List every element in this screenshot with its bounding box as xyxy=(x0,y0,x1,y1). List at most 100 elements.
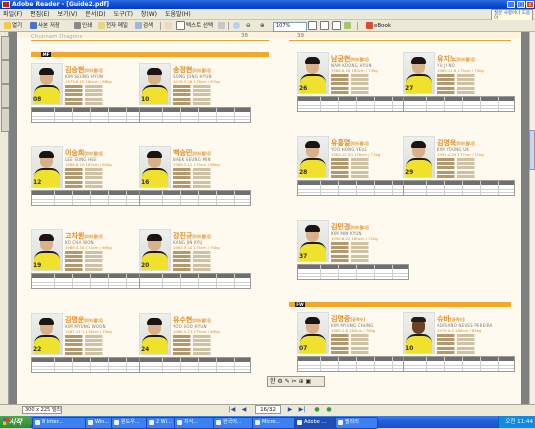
hair xyxy=(147,318,162,325)
player-stats: 1986.4.30 174cm / 69kg xyxy=(65,245,112,250)
magnifier-icon xyxy=(233,22,240,29)
player-photo: 10 xyxy=(139,63,171,105)
player-card: 19 고차원[미드필더] KO CHA WON 1986.4.30 174cm / 6… xyxy=(31,229,143,301)
player-history xyxy=(173,335,223,356)
taskbar-item[interactable]: 8 Inter... xyxy=(32,417,93,429)
menu-document[interactable]: 문서(D) xyxy=(82,9,108,20)
jersey-number: 28 xyxy=(299,169,308,176)
zoom-select[interactable]: 107% xyxy=(273,22,307,32)
menu-tools[interactable]: 도구(T) xyxy=(111,9,136,20)
player-photo: 08 xyxy=(31,63,63,105)
taskbar-item[interactable]: 필라리 xyxy=(335,417,378,429)
player-photo: 24 xyxy=(139,313,171,355)
jersey-number: 37 xyxy=(299,253,308,260)
jersey-number: 20 xyxy=(141,262,150,269)
player-name-kr: 고차원 xyxy=(65,232,85,240)
player-card: 10 송정현[미드필더] SONG JUNG HYUN 1976.5.28 178cm… xyxy=(139,63,251,135)
page-icon xyxy=(308,21,317,30)
save-copy-button[interactable]: 사본 저장 xyxy=(28,21,62,31)
player-name-kr: 김명운 xyxy=(65,316,85,324)
forward-view-button[interactable]: ● xyxy=(325,406,333,414)
email-button[interactable]: 전자 메일 xyxy=(96,21,130,31)
maximize-button[interactable]: □ xyxy=(517,1,525,8)
back-view-button[interactable]: ● xyxy=(313,406,321,414)
window-title: Adobe Reader - [Guide2.pdf] xyxy=(12,1,109,8)
open-button[interactable]: 열기 xyxy=(2,21,24,31)
prev-page-button[interactable]: ◀ xyxy=(240,406,248,414)
zoom-in-plus-button[interactable]: ⊕ xyxy=(258,21,267,31)
hair xyxy=(305,141,320,148)
player-stats: 1987.11.1 176cm / 70kg xyxy=(65,329,112,334)
player-position: [미드필더] xyxy=(84,234,103,239)
hair xyxy=(147,151,162,158)
section-bar-mf xyxy=(31,52,269,57)
player-photo: 20 xyxy=(139,229,171,271)
player-name-kr: 강진규 xyxy=(173,232,193,240)
jersey-number: 24 xyxy=(141,346,150,353)
app-icon xyxy=(177,420,182,425)
menu-help[interactable]: 도움말(H) xyxy=(162,9,194,20)
zoom-in-button[interactable] xyxy=(231,21,243,31)
player-card: 16 백승민[미드필더] BAEK SEUNG MIN 1986.3.12 175cm… xyxy=(139,146,251,218)
hair xyxy=(39,151,54,158)
player-card: 26 남궁현[미드필더] NAM KOONG HYUN 1988.6.28 180cm… xyxy=(297,52,409,124)
print-button[interactable]: 인쇄 xyxy=(72,21,94,31)
menu-edit[interactable]: 편집(E) xyxy=(27,9,53,20)
hair xyxy=(147,68,162,75)
player-history xyxy=(437,74,487,95)
scrollbar-thumb[interactable] xyxy=(529,130,535,170)
player-photo: 37 xyxy=(297,220,329,262)
print-icon xyxy=(74,22,81,29)
zoom-out-button[interactable]: ⊖ xyxy=(244,21,253,31)
vertical-scrollbar[interactable] xyxy=(529,32,535,404)
record-table xyxy=(31,357,143,373)
hair xyxy=(147,234,162,241)
search-button[interactable]: 검색 xyxy=(133,21,155,31)
jersey-number: 22 xyxy=(33,346,42,353)
ebook-label: eBook xyxy=(374,23,392,29)
ebook-button[interactable]: eBook xyxy=(364,21,393,31)
toolbar: 열기 사본 저장 인쇄 전자 메일 검색 텍스트 선택 ⊖ ⊕ 107% eBo… xyxy=(0,20,535,32)
taskbar-item-label: 필라리 xyxy=(345,419,359,425)
first-page-button[interactable]: |◀ xyxy=(228,406,236,414)
hair xyxy=(305,317,320,324)
select-text-button[interactable]: 텍스트 선택 xyxy=(174,21,215,31)
menu-window[interactable]: 창(W) xyxy=(138,9,160,20)
page-number-right: 39 xyxy=(297,33,304,39)
rotate-button[interactable] xyxy=(342,21,354,31)
snapshot-button[interactable] xyxy=(216,21,228,31)
player-name-kr: 남궁현 xyxy=(331,55,351,63)
player-name-kr: 김승현 xyxy=(65,66,85,74)
player-name-kr: 김영욱 xyxy=(437,139,457,147)
record-table xyxy=(139,190,251,206)
document-view[interactable]: Chunnam Dragons 38 MF 08 김승현[미드필더] KIM SEU… xyxy=(9,32,529,404)
player-position: [미드필더] xyxy=(350,225,369,230)
player-position: [미드필더] xyxy=(350,141,369,146)
player-history xyxy=(65,168,115,189)
last-page-button[interactable]: ▶| xyxy=(298,406,306,414)
floating-toolbar[interactable]: 한 ⚙ ✎ ✂ ⊕ ▣ xyxy=(267,376,325,387)
page-number-input[interactable]: 16/32 xyxy=(255,405,281,414)
search-icon xyxy=(135,22,142,29)
player-photo: 12 xyxy=(31,146,63,188)
player-card: 08 김승현[미드필더] KIM SEUNG HYUN 1979.8.15 180cm… xyxy=(31,63,143,135)
hair xyxy=(39,68,54,75)
menu-file[interactable]: 파일(F) xyxy=(0,9,25,20)
next-page-button[interactable]: ▶ xyxy=(286,406,294,414)
record-table xyxy=(297,356,409,372)
player-history xyxy=(437,158,487,179)
player-history xyxy=(331,334,381,355)
minimize-button[interactable]: _ xyxy=(507,1,515,8)
save-icon xyxy=(30,22,37,29)
player-stats: 1988.6.28 180cm / 73kg xyxy=(331,68,378,73)
text-cursor-icon xyxy=(176,21,185,30)
player-stats: 1983.12.30 176cm / 71kg xyxy=(331,152,381,157)
camera-icon xyxy=(218,22,225,29)
menu-view[interactable]: 보기(V) xyxy=(55,9,81,20)
title-bar: Adobe Reader - [Guide2.pdf] xyxy=(0,0,535,9)
jersey-number: 07 xyxy=(299,345,308,352)
player-position: [미드필더] xyxy=(456,57,475,62)
close-button[interactable]: x xyxy=(526,1,534,8)
app-icon xyxy=(88,420,93,425)
taskbar-item-label: 윈도우... xyxy=(121,419,140,425)
